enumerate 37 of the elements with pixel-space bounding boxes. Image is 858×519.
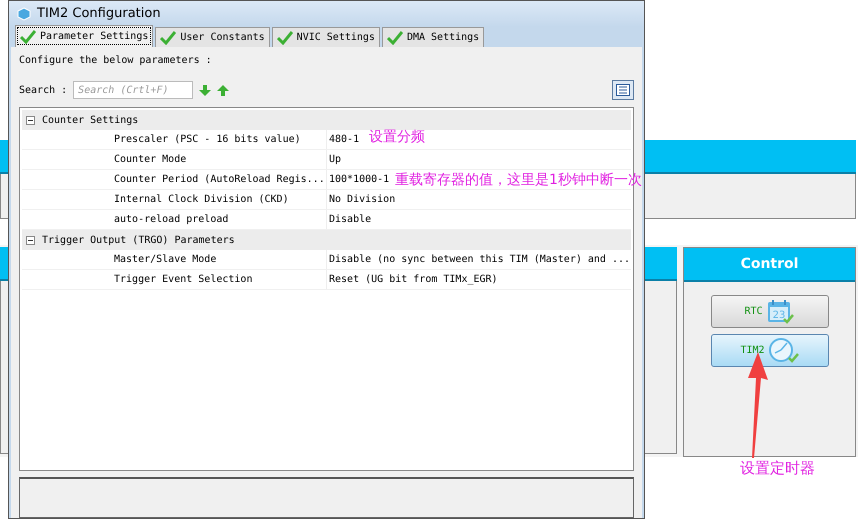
panel-title: Control — [684, 248, 855, 282]
parameter-name: Prescaler (PSC - 16 bits value) — [114, 134, 301, 145]
search-field[interactable]: Search (Crtl+F) — [73, 81, 194, 99]
parameter-value[interactable]: Disable — [329, 214, 372, 225]
parameter-value[interactable]: 100*1000-1 — [329, 174, 390, 185]
parameter-name: auto-reload preload — [114, 214, 228, 225]
list-view-button[interactable] — [612, 80, 634, 100]
parameter-value[interactable]: 480-1 — [329, 134, 360, 145]
cube-icon — [17, 6, 31, 20]
parameter-name: Counter Period (AutoReload Regis... — [114, 174, 325, 185]
checkmark-icon — [20, 30, 36, 44]
parameter-name: Counter Mode — [114, 154, 186, 165]
checkmark-icon — [276, 30, 293, 44]
parameter-name: Trigger Event Selection — [114, 274, 252, 285]
group-title: Trigger Output (TRGO) Parameters — [42, 234, 235, 246]
parameter-name: Internal Clock Division (CKD) — [114, 194, 289, 205]
parameter-value[interactable]: Disable (no sync between this TIM (Master) and ... — [329, 254, 630, 265]
annotation-text: 设置定时器 — [740, 459, 815, 478]
parameter-value[interactable]: Reset (UG bit from TIMx_EGR) — [329, 274, 498, 285]
tab[interactable]: Parameter Settings — [15, 25, 154, 47]
group-title: Counter Settings — [42, 114, 138, 126]
parameter-value[interactable]: No Division — [329, 194, 396, 205]
window-title: TIM2 Configuration — [37, 6, 161, 21]
clock-icon — [768, 338, 799, 364]
parameter-name: Master/Slave Mode — [114, 254, 216, 265]
checkmark-icon — [386, 30, 403, 44]
tab[interactable]: DMA Settings — [382, 27, 484, 47]
checkmark-icon — [160, 30, 176, 44]
search-label: Search : — [19, 84, 68, 96]
instruction-text: Configure the below parameters : — [19, 54, 213, 68]
collapse-icon[interactable] — [26, 236, 35, 244]
collapse-icon[interactable] — [26, 116, 35, 124]
parameter-value[interactable]: Up — [329, 154, 342, 165]
tab[interactable]: User Constants — [155, 27, 270, 47]
annotation-text: 重载寄存器的值，这里是1秒钟中断一次 — [395, 171, 642, 189]
annotation-text: 设置分频 — [369, 128, 425, 146]
tab[interactable]: NVIC Settings — [272, 27, 380, 47]
